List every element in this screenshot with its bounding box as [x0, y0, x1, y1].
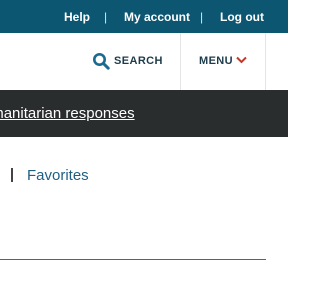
- announcement-banner: n humanitarian responses: [0, 90, 288, 137]
- search-icon: [93, 53, 110, 70]
- humanitarian-responses-link[interactable]: n humanitarian responses: [0, 105, 135, 122]
- account-tabs: Favorites: [0, 166, 288, 186]
- topbar-separator: |: [200, 10, 204, 24]
- log-out-link[interactable]: Log out: [220, 10, 264, 24]
- page: Help | My account | Log out SEARCH MENU …: [0, 0, 288, 288]
- menu-label: MENU: [199, 55, 233, 67]
- chevron-down-icon: [236, 56, 247, 64]
- header-divider: [265, 33, 266, 90]
- search-button[interactable]: SEARCH: [90, 33, 180, 90]
- my-account-link[interactable]: My account: [124, 10, 190, 24]
- tab-separator: [11, 168, 13, 182]
- section-divider: [0, 259, 266, 260]
- site-header: SEARCH MENU: [0, 33, 288, 90]
- menu-button[interactable]: MENU: [181, 33, 265, 90]
- tab-favorites[interactable]: Favorites: [27, 167, 89, 184]
- help-link[interactable]: Help: [64, 10, 90, 24]
- top-utility-bar: Help | My account | Log out: [0, 0, 288, 33]
- search-label: SEARCH: [114, 55, 163, 67]
- topbar-separator: |: [104, 10, 108, 24]
